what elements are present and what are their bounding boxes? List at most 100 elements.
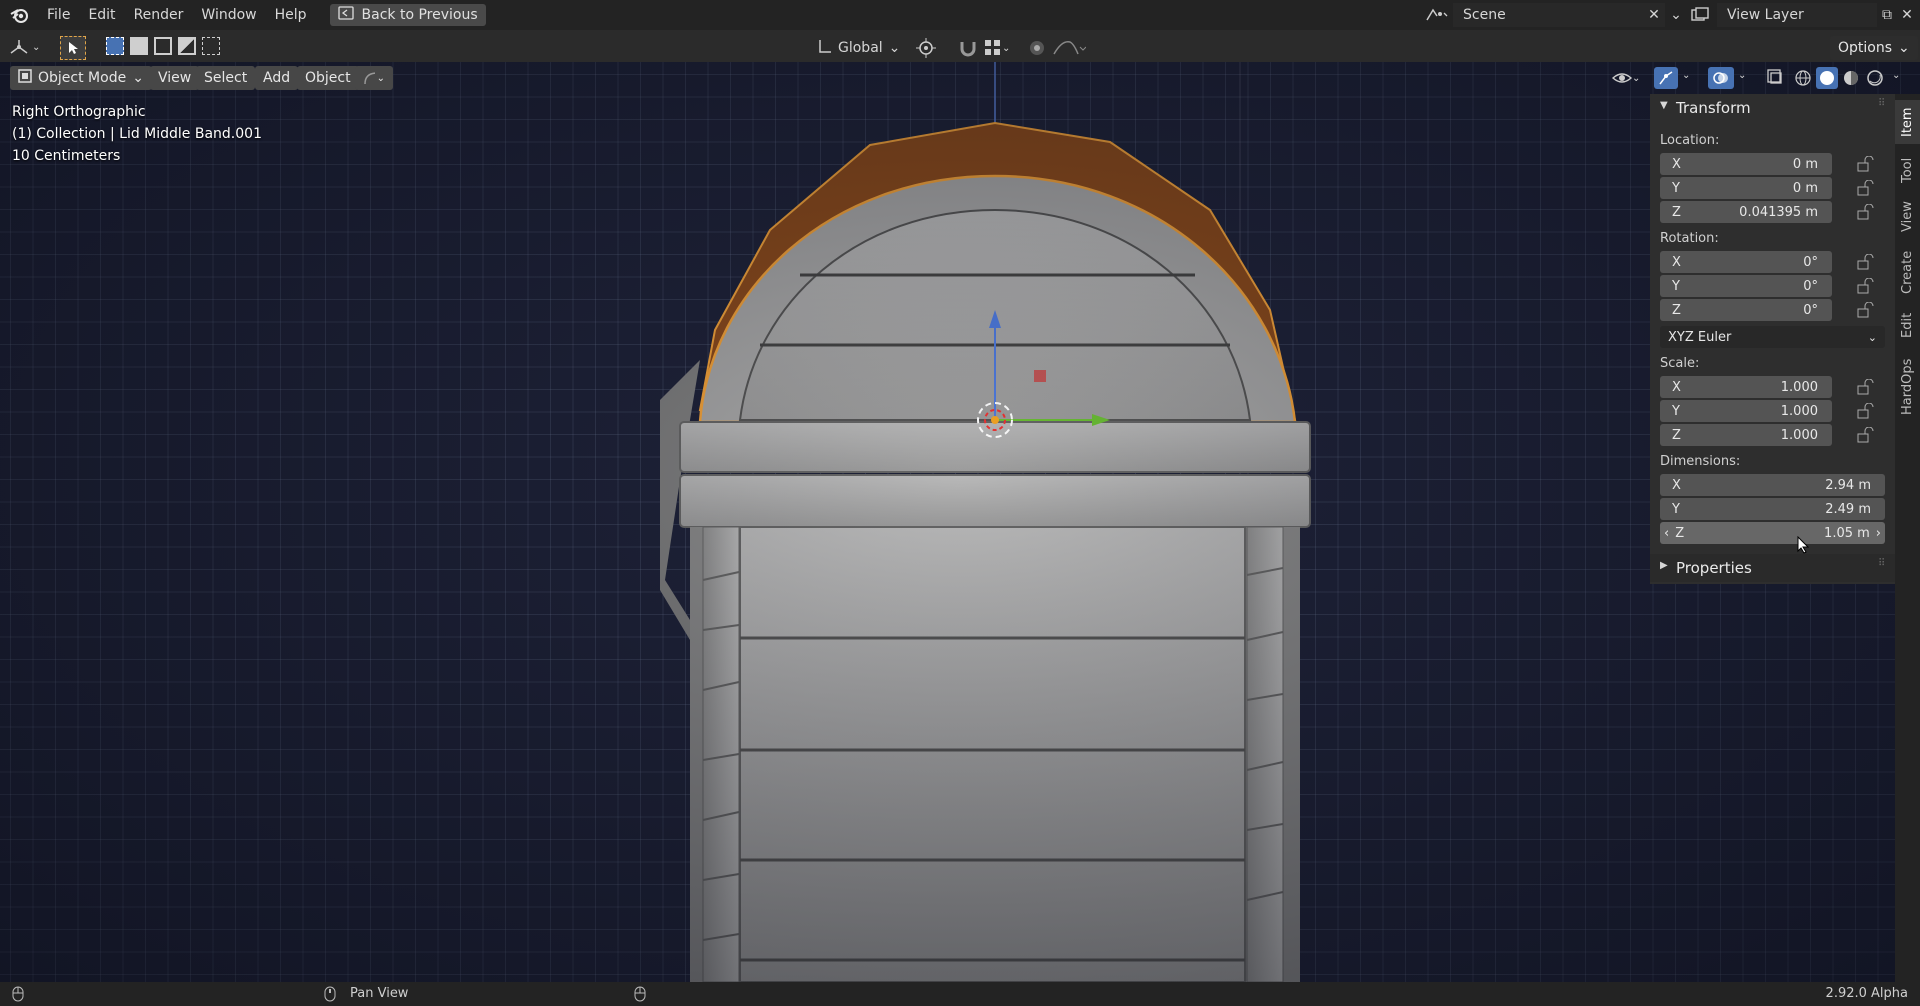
scene-clear-icon[interactable]: ✕ xyxy=(1643,3,1665,27)
viewport-menu-view[interactable]: View xyxy=(150,66,200,90)
back-to-previous-label: Back to Previous xyxy=(361,7,478,23)
visibility-icon[interactable]: ⌄ xyxy=(1612,68,1642,88)
select-subtract-icon[interactable] xyxy=(154,37,172,55)
proportional-editing-icon[interactable] xyxy=(1028,39,1046,57)
location-z-field[interactable]: Z 0.041395 m xyxy=(1660,201,1832,223)
lock-icon[interactable] xyxy=(1856,253,1876,270)
increment-arrow-icon[interactable]: › xyxy=(1876,526,1881,541)
lock-icon[interactable] xyxy=(1856,203,1876,220)
chevron-down-icon: ⌄ xyxy=(132,70,144,86)
lock-icon[interactable] xyxy=(1856,301,1876,318)
object-mode-dropdown[interactable]: Object Mode ⌄ xyxy=(10,66,152,90)
scale-y-field[interactable]: Y 1.000 xyxy=(1660,400,1832,422)
field-value: 0 m xyxy=(1792,180,1818,196)
transform-panel-header[interactable]: ▼ Transform ⠿ xyxy=(1650,94,1895,122)
rotation-z-field[interactable]: Z 0° xyxy=(1660,299,1832,321)
xray-toggle-icon[interactable] xyxy=(1766,68,1786,88)
snap-target-icon[interactable]: ⌄ xyxy=(984,38,1014,58)
pivot-point-icon[interactable] xyxy=(916,38,946,58)
lock-icon[interactable] xyxy=(1856,179,1876,196)
menu-help[interactable]: Help xyxy=(266,0,316,30)
3d-viewport[interactable] xyxy=(0,62,1920,982)
view-layer-icon xyxy=(1685,7,1717,23)
back-to-previous-button[interactable]: Back to Previous xyxy=(329,4,486,26)
shading-material-icon[interactable] xyxy=(1842,69,1860,87)
shading-dropdown-icon[interactable]: ⌄ xyxy=(1892,70,1900,81)
select-new-icon[interactable] xyxy=(106,37,124,55)
falloff-icon[interactable] xyxy=(1052,40,1087,58)
select-extend-icon[interactable] xyxy=(130,37,148,55)
lock-icon[interactable] xyxy=(1856,155,1876,172)
axis-label: X xyxy=(1672,254,1681,270)
tab-create[interactable]: Create xyxy=(1895,244,1920,300)
select-invert-icon[interactable] xyxy=(178,37,196,55)
rotation-mode-value: XYZ Euler xyxy=(1668,329,1732,345)
shading-wireframe-icon[interactable] xyxy=(1794,69,1812,87)
select-intersect-icon[interactable] xyxy=(202,37,220,55)
tab-view[interactable]: View xyxy=(1895,196,1920,238)
view-layer-selector[interactable]: View Layer ⧉ ✕ xyxy=(1685,3,1917,27)
shading-rendered-icon[interactable] xyxy=(1866,69,1884,87)
rotation-mode-dropdown[interactable]: XYZ Euler ⌄ xyxy=(1660,326,1885,348)
drag-handle-icon[interactable]: ⠿ xyxy=(1878,98,1885,109)
orientation-label: Global xyxy=(838,40,883,56)
lock-icon[interactable] xyxy=(1856,402,1876,419)
tab-tool[interactable]: Tool xyxy=(1895,150,1920,190)
decrement-arrow-icon[interactable]: ‹ xyxy=(1664,526,1669,541)
gizmo-dropdown-icon[interactable]: ⌄ xyxy=(1682,70,1690,81)
transform-affect-dropdown[interactable]: ⌄ xyxy=(355,66,393,90)
lock-icon[interactable] xyxy=(1856,277,1876,294)
scale-z-field[interactable]: Z 1.000 xyxy=(1660,424,1832,446)
dimensions-x-field[interactable]: X 2.94 m xyxy=(1660,474,1885,496)
field-value: 2.94 m xyxy=(1825,477,1871,493)
location-y-field[interactable]: Y 0 m xyxy=(1660,177,1832,199)
field-value: 0 m xyxy=(1792,156,1818,172)
axis-label: X xyxy=(1672,379,1681,395)
scene-dropdown-icon[interactable]: ⌄ xyxy=(1665,7,1687,23)
viewport-menu-add[interactable]: Add xyxy=(255,66,299,90)
view-layer-name-field[interactable]: View Layer xyxy=(1717,3,1877,27)
overlays-dropdown-icon[interactable]: ⌄ xyxy=(1738,70,1746,81)
shading-solid-icon[interactable] xyxy=(1816,67,1838,89)
rotation-x-field[interactable]: X 0° xyxy=(1660,251,1832,273)
view-name: Right Orthographic xyxy=(12,104,146,120)
drag-handle-icon[interactable]: ⠿ xyxy=(1878,558,1885,569)
menu-edit[interactable]: Edit xyxy=(79,0,124,30)
new-view-layer-icon[interactable]: ⧉ xyxy=(1877,7,1897,23)
properties-title: Properties xyxy=(1676,559,1752,577)
field-value: 1.000 xyxy=(1780,403,1818,419)
dimensions-z-field[interactable]: ‹ Z 1.05 m › xyxy=(1660,522,1885,544)
editor-type-icon[interactable]: ⌄ xyxy=(8,36,48,58)
menu-window[interactable]: Window xyxy=(192,0,265,30)
transform-orientation-dropdown[interactable]: Global ⌄ xyxy=(812,36,907,60)
viewport-menu-select[interactable]: Select xyxy=(196,66,256,90)
tab-edit[interactable]: Edit xyxy=(1895,306,1920,344)
viewport-menu-object[interactable]: Object xyxy=(297,66,359,90)
location-label: Location: xyxy=(1660,133,1720,148)
scale-x-field[interactable]: X 1.000 xyxy=(1660,376,1832,398)
tab-item[interactable]: Item xyxy=(1895,100,1920,144)
tab-hardops[interactable]: HardOps xyxy=(1895,350,1920,424)
scene-selector[interactable]: Scene ✕ ⌄ xyxy=(1421,3,1687,27)
field-value: 1.000 xyxy=(1780,379,1818,395)
overlays-toggle-icon[interactable] xyxy=(1708,67,1734,89)
menu-render[interactable]: Render xyxy=(125,0,193,30)
mouse-middle-icon xyxy=(324,986,336,1006)
lock-icon[interactable] xyxy=(1856,378,1876,395)
location-x-field[interactable]: X 0 m xyxy=(1660,153,1832,175)
dimensions-y-field[interactable]: Y 2.49 m xyxy=(1660,498,1885,520)
menu-file[interactable]: File xyxy=(38,0,79,30)
select-tool-icon[interactable] xyxy=(60,36,86,60)
lock-icon[interactable] xyxy=(1856,426,1876,443)
properties-panel-header[interactable]: ▶ Properties ⠿ xyxy=(1650,554,1895,582)
options-button[interactable]: Options ⌄ xyxy=(1830,36,1918,60)
remove-view-layer-icon[interactable]: ✕ xyxy=(1897,7,1917,23)
rotation-y-field[interactable]: Y 0° xyxy=(1660,275,1832,297)
snap-icon[interactable] xyxy=(958,38,978,58)
selection-mode-group[interactable] xyxy=(106,37,221,59)
scene-name-field[interactable]: Scene xyxy=(1453,3,1643,27)
gizmo-toggle-icon[interactable] xyxy=(1654,67,1678,89)
dimensions-label: Dimensions: xyxy=(1660,454,1741,469)
blender-logo-icon[interactable] xyxy=(0,0,38,30)
viewport-scene xyxy=(660,62,1311,982)
